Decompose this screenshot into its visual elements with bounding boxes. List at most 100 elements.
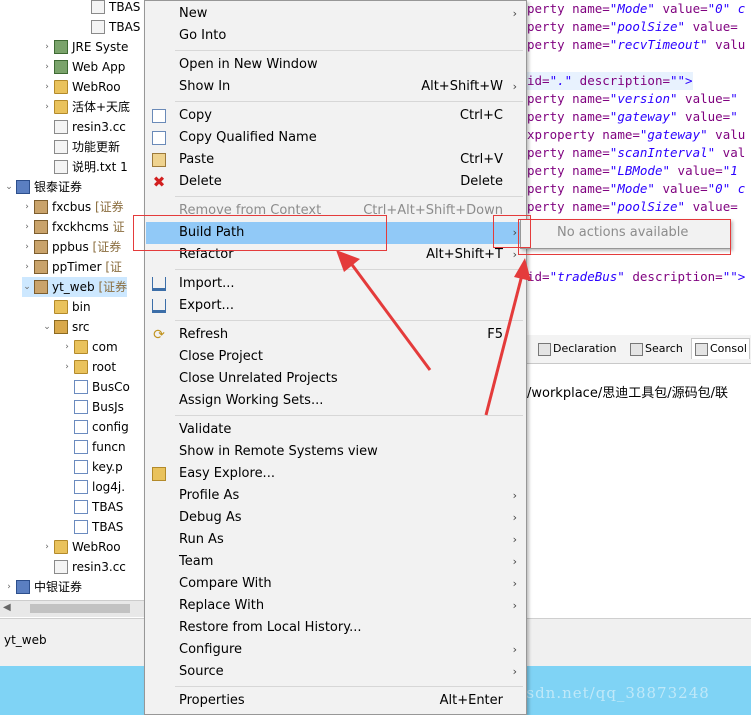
menu-item-refresh[interactable]: ⟳ Refresh F5 [146,324,525,346]
menu-item-close-project[interactable]: Close Project [146,346,525,368]
tree-item[interactable]: bin [42,297,91,317]
code-token: "poolSize" [609,19,686,34]
expand-icon[interactable]: › [42,37,52,57]
expand-icon[interactable]: › [42,537,52,557]
tab-declaration-label: Declaration [553,342,617,355]
tree-item-label: ppTimer [52,260,102,274]
code-token: id= [527,73,550,88]
menu-item-show-in-remote-systems-view[interactable]: Show in Remote Systems view [146,441,525,463]
tree-item[interactable]: resin3.cc [42,117,126,137]
menu-item-restore-from-local-history[interactable]: Restore from Local History... [146,617,525,639]
tab-declaration[interactable]: Declaration [535,339,618,359]
collapse-icon[interactable]: ⌄ [22,277,32,297]
jfile-icon [74,440,88,454]
code-token: value= [685,199,738,214]
scrollbar-thumb[interactable] [30,604,130,613]
scroll-left-icon[interactable]: ◀ [3,602,11,613]
tree-item[interactable]: BusJs [62,397,124,417]
file-icon [91,20,105,34]
expand-icon[interactable]: › [42,57,52,77]
tree-item[interactable]: ⌄ src [42,317,90,337]
tree-item-label: 功能更新 [72,140,121,154]
menu-item-assign-working-sets[interactable]: Assign Working Sets... [146,390,525,412]
tree-item[interactable]: config [62,417,129,437]
expand-icon[interactable]: › [62,357,72,377]
code-token: "tradeBus" [549,269,625,284]
expand-icon[interactable]: › [42,77,52,97]
menu-item-open-in-new-window[interactable]: Open in New Window [146,54,525,76]
menu-item-easy-explore[interactable]: Easy Explore... [146,463,525,485]
menu-item-close-unrelated-projects[interactable]: Close Unrelated Projects [146,368,525,390]
tree-item[interactable]: log4j. [62,477,125,497]
menu-item-source[interactable]: Source › [146,661,525,683]
tree-item[interactable]: › fxckhcms 证 [22,217,125,237]
tree-item[interactable]: › fxcbus [证券 [22,197,124,217]
menu-item-replace-with[interactable]: Replace With › [146,595,525,617]
tree-item[interactable]: 说明.txt 1 [42,157,128,177]
tree-item[interactable]: ⌄ 银泰证券 [4,177,82,197]
expand-icon[interactable]: › [22,237,32,257]
tree-item[interactable]: TBAS [62,517,123,537]
menu-item-profile-as[interactable]: Profile As › [146,485,525,507]
tree-item[interactable]: resin3.cc [42,557,126,577]
tree-item[interactable]: TBAS [79,17,140,37]
tree-item[interactable]: › ppTimer [证 [22,257,122,277]
menu-item-delete[interactable]: ✖ Delete Delete [146,171,525,193]
expand-icon[interactable]: › [42,97,52,117]
tree-item[interactable]: funcn [62,437,126,457]
expand-icon[interactable]: › [22,197,32,217]
tree-item[interactable]: › Web App [42,57,125,77]
tree-item[interactable]: TBAS [79,0,140,17]
tree-item[interactable]: 功能更新 [42,137,120,157]
menu-item-compare-with[interactable]: Compare With › [146,573,525,595]
code-token: name= [572,109,610,124]
collapse-icon[interactable]: ⌄ [42,317,52,337]
expand-icon[interactable]: › [62,337,72,357]
xml-editor[interactable]: perty name="Mode" value="0" c perty name=… [527,0,751,330]
expand-icon[interactable]: › [22,217,32,237]
menu-item-copy-qualified-name[interactable]: Copy Qualified Name [146,127,525,149]
tree-item[interactable]: › com [62,337,118,357]
code-token: name= [572,199,610,214]
menu-item-show-in[interactable]: Show In Alt+Shift+W › [146,76,525,98]
menu-item-debug-as[interactable]: Debug As › [146,507,525,529]
menu-item-import[interactable]: Import... [146,273,525,295]
tree-item[interactable]: › 中银证券 [4,577,82,597]
menu-item-paste[interactable]: Paste Ctrl+V [146,149,525,171]
menu-item-properties[interactable]: Properties Alt+Enter [146,690,525,712]
tree-item-label: TBAS [109,0,141,14]
code-token: perty [527,181,573,196]
tree-item[interactable]: › ppbus [证券 [22,237,121,257]
code-token: "0" c [707,1,746,16]
menu-item-copy[interactable]: Copy Ctrl+C [146,105,525,127]
tree-item[interactable]: › root [62,357,116,377]
tree-item[interactable]: ⌄ yt_web [证券 [22,277,128,297]
tab-search[interactable]: Search [627,339,685,359]
tree-item[interactable]: TBAS [62,497,123,517]
menu-item-go-into[interactable]: Go Into [146,25,525,47]
menu-item-run-as[interactable]: Run As › [146,529,525,551]
expand-icon[interactable]: › [22,257,32,277]
menu-item-validate[interactable]: Validate [146,419,525,441]
code-line: perty name="LBMode" value="1 [527,162,738,180]
menu-item-new[interactable]: New › [146,3,525,25]
tree-item[interactable]: › JRE Syste [42,37,128,57]
collapse-icon[interactable]: ⌄ [4,177,14,197]
tree-item[interactable]: › WebRoo [42,77,121,97]
menu-item-configure[interactable]: Configure › [146,639,525,661]
code-token: description= [572,73,670,88]
menu-item-label: Team [179,554,214,569]
tree-item[interactable]: › 活体+天底 [42,97,130,117]
menu-item-export[interactable]: Export... [146,295,525,317]
jfile-icon [74,460,88,474]
refresh-icon: ⟳ [153,327,165,343]
tree-item[interactable]: › WebRoo [42,537,121,557]
tree-item[interactable]: BusCo [62,377,130,397]
tree-item[interactable]: key.p [62,457,123,477]
expand-icon[interactable]: › [4,577,14,597]
declaration-icon [538,343,551,356]
tree-horizontal-scrollbar[interactable]: ◀ [0,600,150,617]
annotation-box-build-path [133,215,387,251]
tab-console[interactable]: Consol [691,338,750,359]
menu-item-team[interactable]: Team › [146,551,525,573]
